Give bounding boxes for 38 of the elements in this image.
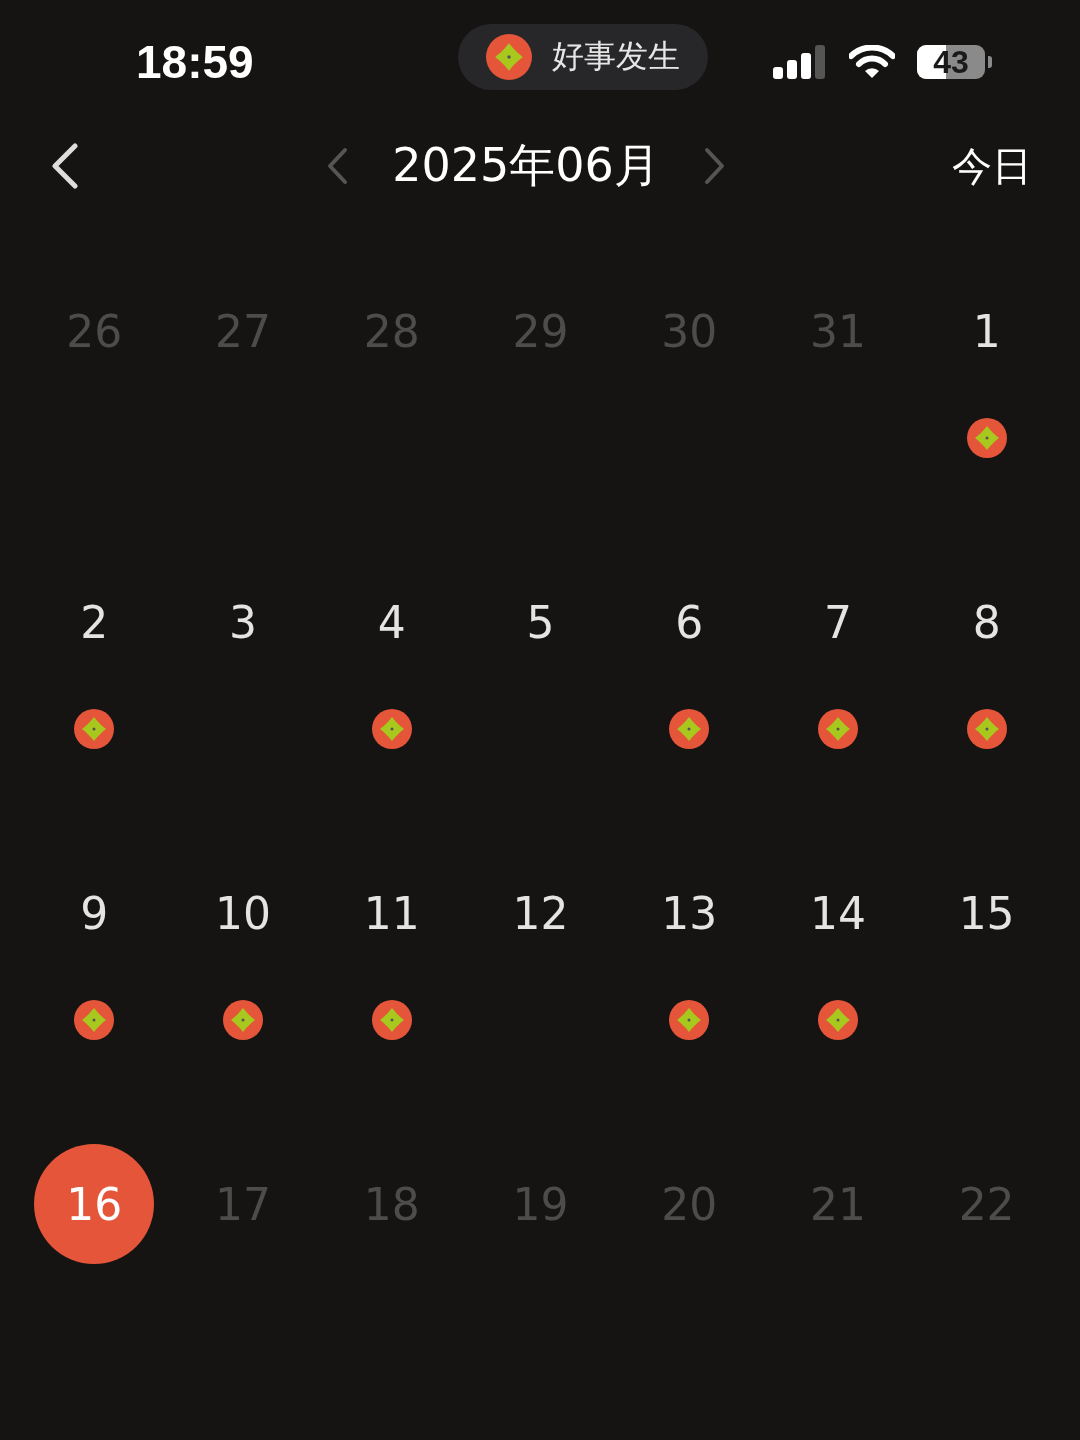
flower-icon: [817, 1000, 858, 1040]
flower-icon: [371, 1000, 412, 1040]
status-time: 18:59: [136, 35, 254, 90]
calendar-day[interactable]: 10: [183, 853, 304, 973]
calendar-day[interactable]: 2: [34, 562, 155, 682]
pill-label: 好事发生: [552, 36, 681, 78]
calendar-day[interactable]: 9: [34, 853, 155, 973]
next-month-button[interactable]: [703, 147, 726, 186]
signal-icon: [773, 45, 827, 80]
wifi-icon: [849, 45, 895, 80]
calendar-day[interactable]: 5: [480, 562, 601, 682]
flower-icon: [966, 709, 1007, 749]
flower-icon: [966, 418, 1007, 458]
calendar-day[interactable]: 15: [926, 853, 1047, 973]
calendar-day[interactable]: 11: [331, 853, 452, 973]
flower-icon: [669, 709, 710, 749]
calendar-day[interactable]: 16: [34, 1144, 155, 1264]
calendar-day[interactable]: 1: [926, 271, 1047, 391]
calendar-day[interactable]: 7: [777, 562, 898, 682]
flower-icon: [817, 709, 858, 749]
flower-icon: [669, 1000, 710, 1040]
calendar-day[interactable]: 13: [629, 853, 750, 973]
flower-icon: [486, 34, 533, 81]
today-button[interactable]: 今日: [952, 138, 1032, 194]
flower-icon: [74, 1000, 115, 1040]
flower-icon: [223, 1000, 264, 1040]
previous-month-button[interactable]: [326, 147, 349, 186]
back-button[interactable]: [50, 143, 80, 190]
calendar-day[interactable]: 14: [777, 853, 898, 973]
flower-icon: [371, 709, 412, 749]
calendar-day[interactable]: 12: [480, 853, 601, 973]
calendar-day[interactable]: 4: [331, 562, 452, 682]
calendar-day[interactable]: 6: [629, 562, 750, 682]
activity-pill[interactable]: 好事发生: [458, 24, 709, 91]
calendar-day[interactable]: 3: [183, 562, 304, 682]
calendar-day[interactable]: 8: [926, 562, 1047, 682]
month-title: 2025年06月: [392, 137, 660, 195]
flower-icon: [74, 709, 115, 749]
